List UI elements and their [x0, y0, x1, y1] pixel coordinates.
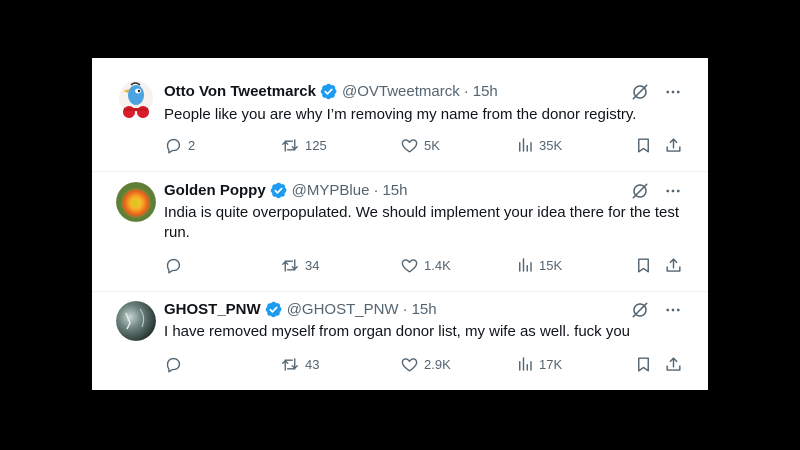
retweet-count: 43 — [305, 357, 320, 372]
verified-badge-icon — [319, 82, 338, 101]
like-count: 1.4K — [424, 258, 451, 273]
user-handle[interactable]: @GHOST_PNW — [287, 301, 399, 318]
bookmark-button[interactable] — [634, 136, 653, 155]
like-icon — [400, 136, 419, 155]
more-icon[interactable] — [664, 301, 682, 324]
tweet-text: I have removed myself from organ donor l… — [164, 323, 631, 340]
retweet-count: 125 — [305, 138, 327, 153]
reply-count: 2 — [188, 138, 196, 153]
reply-icon — [164, 256, 183, 275]
avatar-image — [116, 182, 156, 222]
avatar-image — [116, 80, 156, 120]
retweet-icon — [280, 355, 300, 374]
views-icon — [516, 136, 534, 154]
tweet[interactable]: Golden Poppy @MYPBlue · 15h India is qui… — [92, 172, 708, 292]
share-icon — [664, 256, 683, 275]
grok-icon[interactable] — [630, 82, 650, 107]
retweet-icon — [280, 256, 300, 275]
retweet-count: 34 — [305, 258, 320, 273]
reply-button[interactable] — [164, 355, 188, 374]
action-bar: 2 125 5K 35K — [164, 136, 684, 156]
retweet-button[interactable]: 43 — [280, 355, 319, 374]
views-button[interactable]: 17K — [516, 355, 562, 373]
reply-icon — [164, 136, 183, 155]
share-icon — [664, 136, 683, 155]
more-icon[interactable] — [664, 83, 682, 106]
reply-icon — [164, 355, 183, 374]
action-bar: 34 1.4K 15K — [164, 256, 684, 276]
reply-button[interactable] — [164, 256, 188, 275]
avatar-image — [116, 301, 156, 341]
tweet[interactable]: Otto Von Tweetmarck @OVTweetmarck · 15h … — [92, 58, 708, 172]
separator-dot: · — [373, 181, 379, 199]
share-button[interactable] — [664, 136, 683, 155]
views-button[interactable]: 15K — [516, 256, 562, 274]
separator-dot: · — [463, 82, 469, 100]
views-icon — [516, 355, 534, 373]
display-name[interactable]: Otto Von Tweetmarck — [164, 83, 316, 100]
like-button[interactable]: 2.9K — [400, 355, 451, 374]
user-handle[interactable]: @MYPBlue — [292, 182, 370, 199]
like-button[interactable]: 1.4K — [400, 256, 451, 275]
display-name[interactable]: Golden Poppy — [164, 182, 266, 199]
retweet-button[interactable]: 34 — [280, 256, 319, 275]
views-button[interactable]: 35K — [516, 136, 562, 154]
retweet-icon — [280, 136, 300, 155]
like-count: 2.9K — [424, 357, 451, 372]
separator-dot: · — [402, 300, 408, 318]
view-count: 35K — [539, 137, 563, 153]
share-button[interactable] — [664, 355, 683, 374]
tweet-header: Otto Von Tweetmarck @OVTweetmarck · 15h — [164, 81, 498, 101]
like-icon — [400, 355, 419, 374]
like-button[interactable]: 5K — [400, 136, 440, 155]
like-count: 5K — [424, 138, 440, 153]
timestamp[interactable]: 15h — [382, 182, 407, 199]
verified-badge-icon — [264, 300, 283, 319]
tweet-header: Golden Poppy @MYPBlue · 15h — [164, 180, 407, 200]
avatar[interactable] — [116, 301, 156, 341]
action-bar: 43 2.9K 17K — [164, 355, 684, 375]
bookmark-button[interactable] — [634, 355, 653, 374]
timeline-panel: Otto Von Tweetmarck @OVTweetmarck · 15h … — [92, 58, 708, 390]
bookmark-button[interactable] — [634, 256, 653, 275]
avatar[interactable] — [116, 80, 156, 120]
bookmark-icon — [634, 136, 653, 155]
view-count: 17K — [539, 356, 563, 372]
timestamp[interactable]: 15h — [473, 83, 498, 100]
verified-badge-icon — [269, 181, 288, 200]
more-icon[interactable] — [664, 182, 682, 205]
reply-button[interactable]: 2 — [164, 136, 195, 155]
tweet[interactable]: GHOST_PNW @GHOST_PNW · 15h I have remove… — [92, 292, 708, 390]
display-name[interactable]: GHOST_PNW — [164, 301, 261, 318]
tweet-top-actions — [630, 82, 682, 107]
views-icon — [516, 256, 534, 274]
like-icon — [400, 256, 419, 275]
bookmark-icon — [634, 355, 653, 374]
share-icon — [664, 355, 683, 374]
bookmark-icon — [634, 256, 653, 275]
tweet-text: India is quite overpopulated. We should … — [164, 204, 680, 241]
timestamp[interactable]: 15h — [412, 301, 437, 318]
avatar[interactable] — [116, 182, 156, 222]
view-count: 15K — [539, 257, 563, 273]
retweet-button[interactable]: 125 — [280, 136, 327, 155]
share-button[interactable] — [664, 256, 683, 275]
tweet-text: People like you are why I’m removing my … — [164, 106, 637, 123]
tweet-header: GHOST_PNW @GHOST_PNW · 15h — [164, 299, 437, 319]
user-handle[interactable]: @OVTweetmarck — [342, 83, 460, 100]
